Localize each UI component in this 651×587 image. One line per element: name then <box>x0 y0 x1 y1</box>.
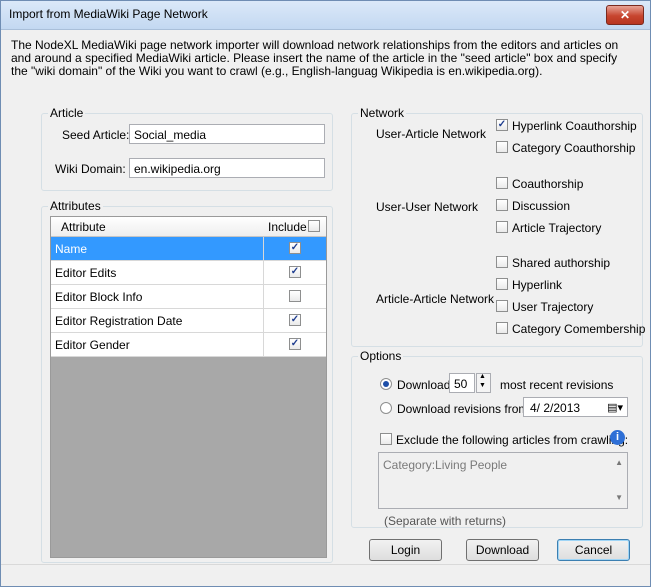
discussion-checkbox[interactable] <box>496 199 508 211</box>
include-checkbox[interactable] <box>289 314 301 326</box>
article-article-network-label: Article-Article Network <box>376 292 495 306</box>
separate-hint: (Separate with returns) <box>384 514 507 528</box>
wiki-domain-input[interactable]: en.wikipedia.org <box>129 158 325 178</box>
attribute-column-header: Attribute <box>61 220 106 234</box>
include-checkbox[interactable] <box>289 338 301 350</box>
cell-divider <box>263 309 264 332</box>
hyperlink-checkbox[interactable] <box>496 278 508 290</box>
article-group: Article Seed Article: Social_media Wiki … <box>41 106 333 191</box>
download-from-radio[interactable] <box>380 402 392 414</box>
exclude-articles-textarea[interactable]: Category:Living People ▲ ▼ <box>378 452 628 509</box>
scroll-down-icon[interactable]: ▼ <box>615 493 623 502</box>
user-trajectory-label[interactable]: User Trajectory <box>512 300 593 314</box>
cell-divider <box>263 237 264 260</box>
from-date-picker[interactable]: 4/ 2/2013 ▤▾ <box>523 397 628 417</box>
attribute-row[interactable]: Name <box>51 237 326 261</box>
category-comembership-label[interactable]: Category Comembership <box>512 322 645 336</box>
download-from-label[interactable]: Download revisions from: <box>397 402 532 416</box>
include-all-checkbox[interactable] <box>308 220 320 232</box>
options-group-label: Options <box>358 349 404 363</box>
attribute-row[interactable]: Editor Edits <box>51 261 326 285</box>
attribute-name: Editor Registration Date <box>55 314 183 328</box>
hyperlink-coauthorship-checkbox[interactable] <box>496 119 508 131</box>
scroll-up-icon[interactable]: ▲ <box>615 458 623 467</box>
download-button[interactable]: Download <box>466 539 539 561</box>
spin-down-icon[interactable]: ▼ <box>479 382 486 389</box>
info-icon[interactable]: i <box>610 430 625 445</box>
category-coauthorship-checkbox[interactable] <box>496 141 508 153</box>
exclude-articles-label[interactable]: Exclude the following articles from craw… <box>396 433 628 447</box>
user-user-network-label: User-User Network <box>376 200 479 214</box>
status-bar <box>1 564 650 586</box>
attribute-row[interactable]: Editor Registration Date <box>51 309 326 333</box>
category-coauthorship-label[interactable]: Category Coauthorship <box>512 141 635 155</box>
spin-up-icon[interactable]: ▲ <box>479 373 486 380</box>
hyperlink-coauthorship-label[interactable]: Hyperlink Coauthorship <box>512 119 637 133</box>
cancel-button[interactable]: Cancel <box>557 539 630 561</box>
attribute-name: Editor Gender <box>55 338 130 352</box>
from-date-value: 4/ 2/2013 <box>530 401 581 415</box>
cell-divider <box>263 261 264 284</box>
shared-authorship-checkbox[interactable] <box>496 256 508 268</box>
discussion-label[interactable]: Discussion <box>512 199 570 213</box>
category-comembership-checkbox[interactable] <box>496 322 508 334</box>
attribute-name: Editor Edits <box>55 266 117 280</box>
intro-text: The NodeXL MediaWiki page network import… <box>11 38 619 78</box>
revision-count-spinner[interactable]: ▲ ▼ <box>476 373 491 393</box>
close-button[interactable]: ✕ <box>606 5 644 25</box>
attribute-name: Name <box>55 242 88 256</box>
coauthorship-checkbox[interactable] <box>496 177 508 189</box>
article-trajectory-checkbox[interactable] <box>496 221 508 233</box>
network-group-label: Network <box>358 106 407 120</box>
hyperlink-label[interactable]: Hyperlink <box>512 278 562 292</box>
exclude-articles-checkbox[interactable] <box>380 433 392 445</box>
article-trajectory-label[interactable]: Article Trajectory <box>512 221 601 235</box>
import-dialog: Import from MediaWiki Page Network ✕ The… <box>0 0 651 587</box>
exclude-articles-text: Category:Living People <box>383 458 508 472</box>
calendar-dropdown-icon[interactable]: ▤▾ <box>607 398 623 418</box>
window-title: Import from MediaWiki Page Network <box>9 7 208 21</box>
seed-article-label: Seed Article: <box>62 128 130 142</box>
shared-authorship-label[interactable]: Shared authorship <box>512 256 610 270</box>
cell-divider <box>263 285 264 308</box>
include-checkbox[interactable] <box>289 290 301 302</box>
attribute-row[interactable]: Editor Gender <box>51 333 326 357</box>
coauthorship-label[interactable]: Coauthorship <box>512 177 583 191</box>
title-bar: Import from MediaWiki Page Network ✕ <box>1 1 650 30</box>
login-button[interactable]: Login <box>369 539 442 561</box>
seed-article-input[interactable]: Social_media <box>129 124 325 144</box>
cell-divider <box>263 333 264 356</box>
include-column-header: Include <box>268 220 307 234</box>
revision-count-input[interactable]: 50 <box>449 373 475 393</box>
include-checkbox[interactable] <box>289 242 301 254</box>
article-group-label: Article <box>48 106 86 120</box>
attribute-name: Editor Block Info <box>55 290 143 304</box>
download-recent-radio[interactable] <box>380 378 392 390</box>
attributes-group-label: Attributes <box>48 199 103 213</box>
user-trajectory-checkbox[interactable] <box>496 300 508 312</box>
download-radio-label[interactable]: Download <box>397 378 450 392</box>
attribute-row[interactable]: Editor Block Info <box>51 285 326 309</box>
wiki-domain-label: Wiki Domain: <box>55 162 126 176</box>
attributes-grid[interactable]: Attribute Include Name Editor Edits Editor… <box>50 216 327 558</box>
recent-revisions-label: most recent revisions <box>500 378 614 392</box>
grid-header: Attribute Include <box>51 217 326 237</box>
user-article-network-label: User-Article Network <box>376 127 487 141</box>
include-checkbox[interactable] <box>289 266 301 278</box>
